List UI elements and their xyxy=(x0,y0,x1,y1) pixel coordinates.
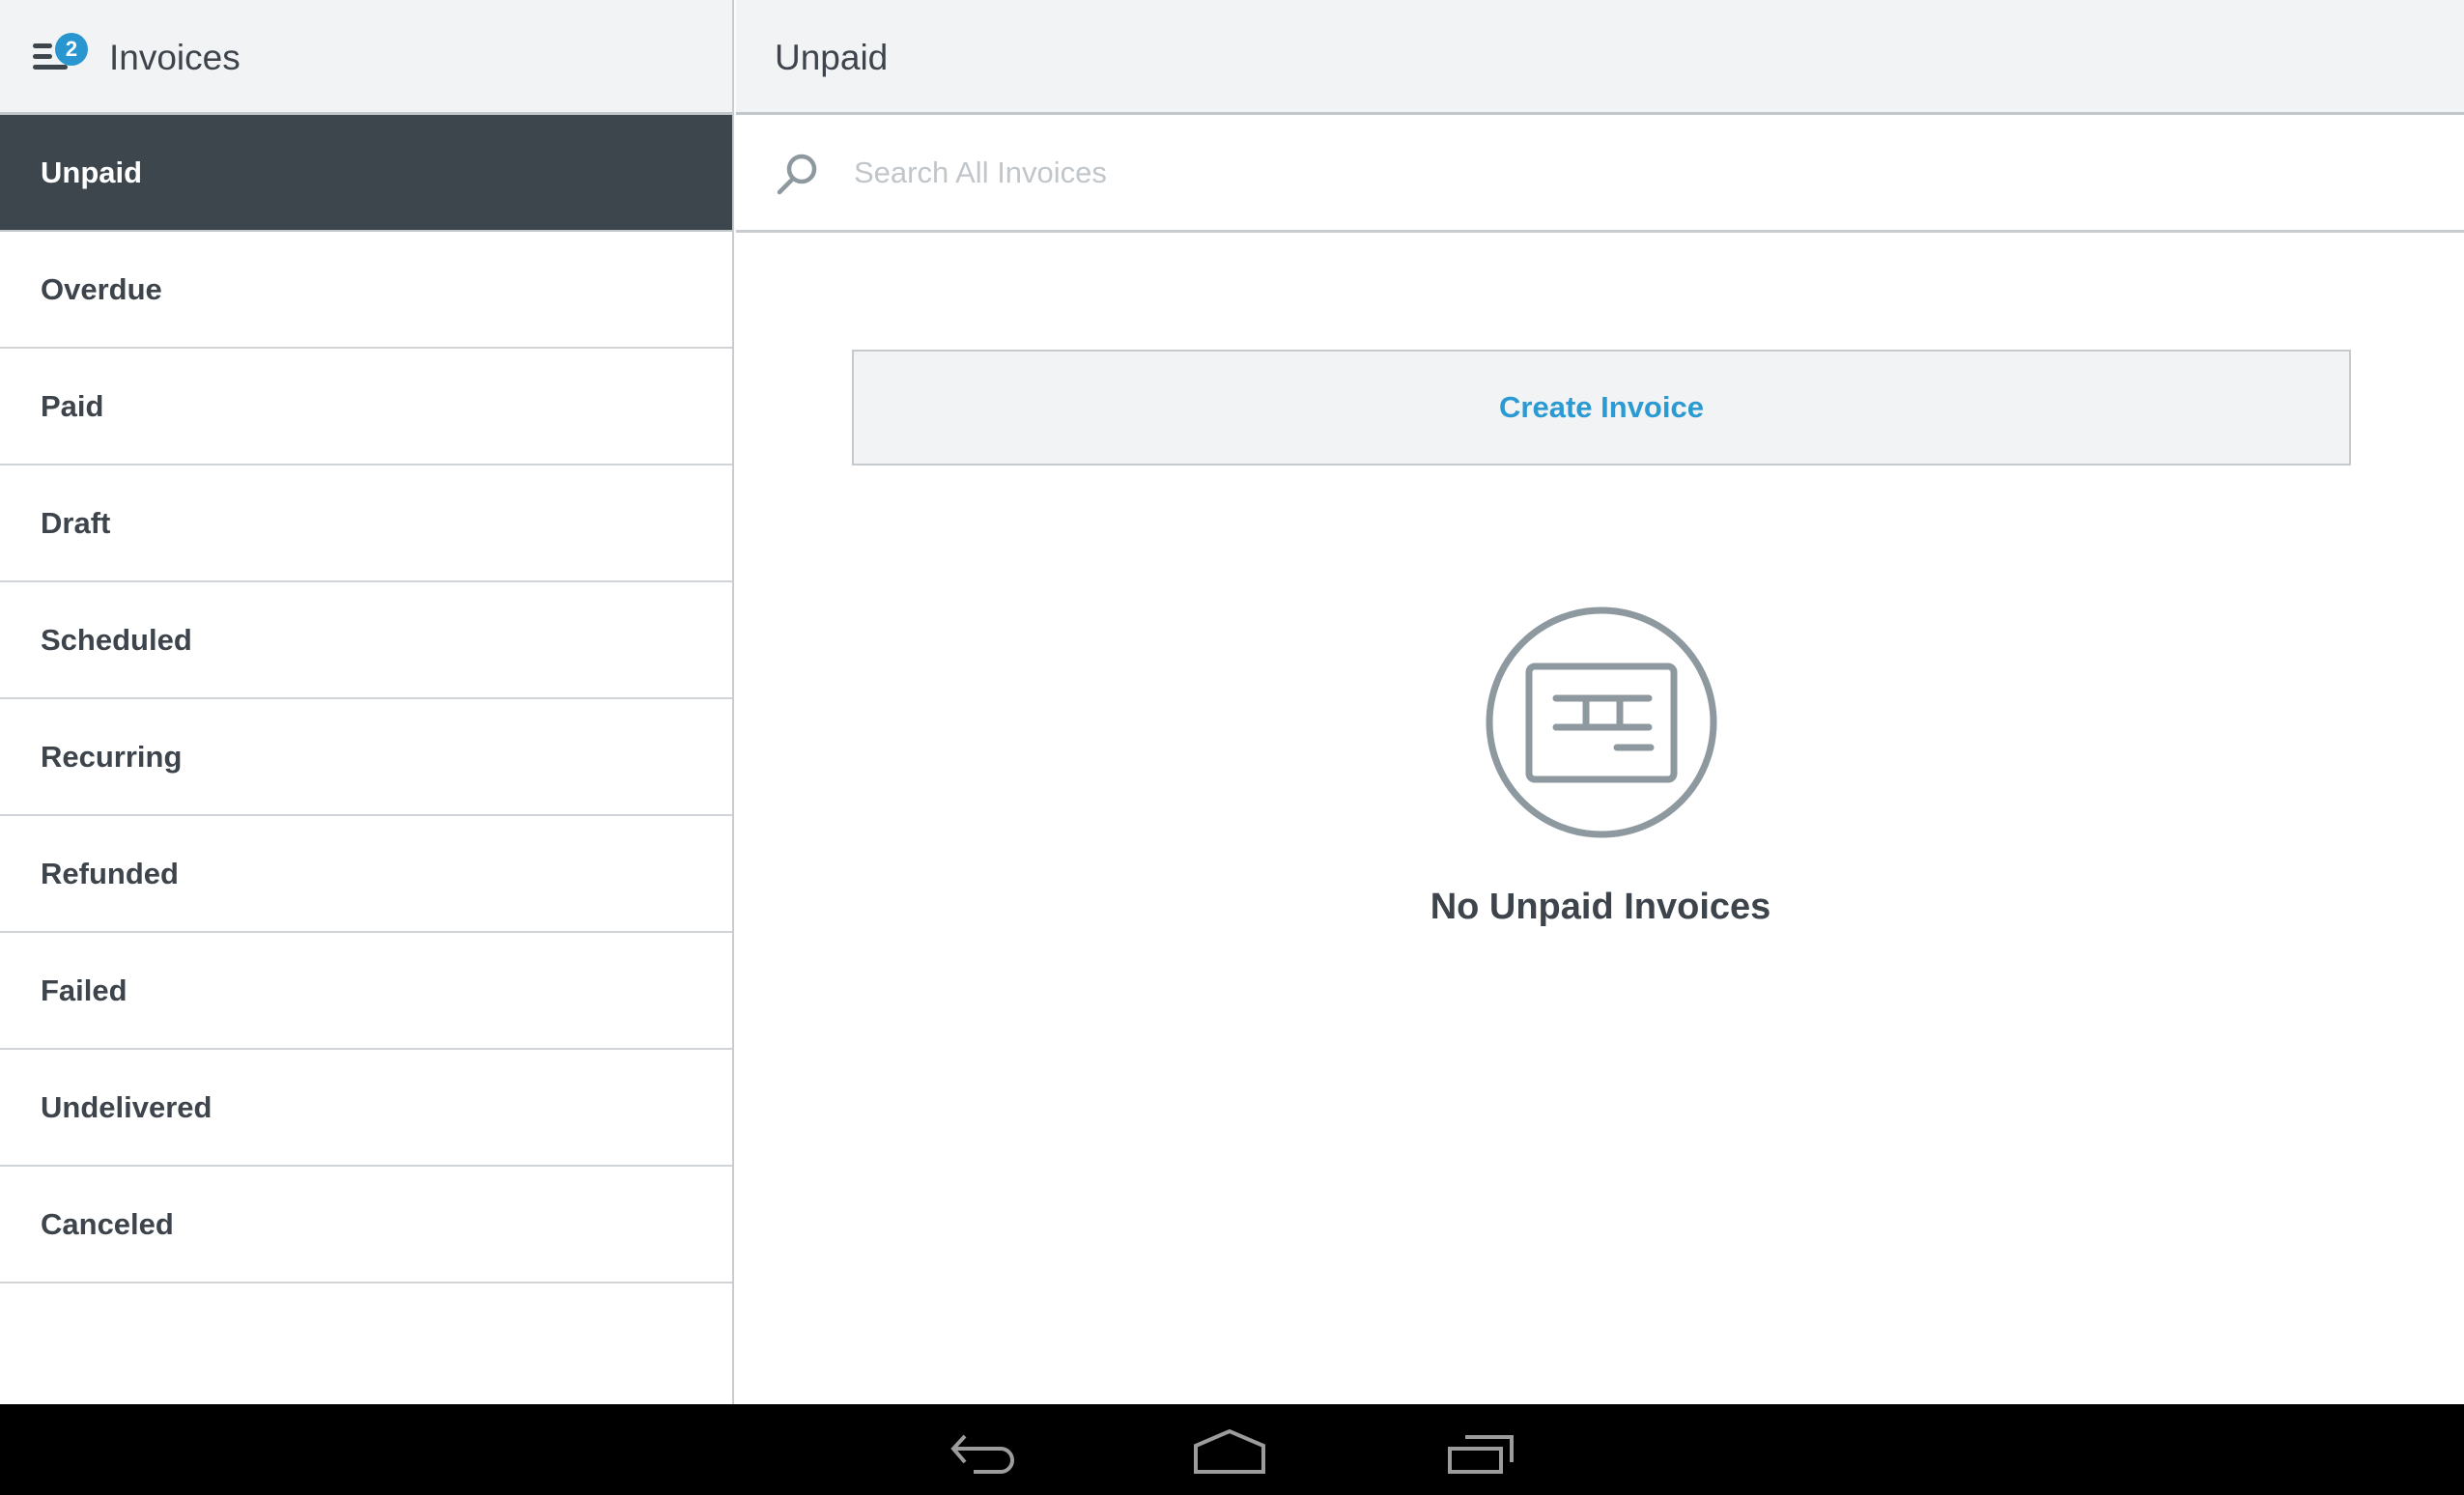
main-panel: Unpaid Create Invoice No Unpaid Invoices xyxy=(736,0,2464,1404)
sidebar-item-refunded[interactable]: Refunded xyxy=(0,816,732,933)
sidebar-item-recurring[interactable]: Recurring xyxy=(0,699,732,816)
sidebar-header: 2 Invoices xyxy=(0,0,732,115)
search-icon xyxy=(777,154,817,195)
page-title: Unpaid xyxy=(775,38,889,77)
invoices-app: 2 Invoices Unpaid Overdue Paid Draft Sch… xyxy=(0,0,2464,1404)
home-button[interactable] xyxy=(1186,1427,1273,1476)
main-header: Unpaid xyxy=(736,0,2464,115)
system-navigation-bar xyxy=(0,1404,2464,1495)
invoice-filter-list: Unpaid Overdue Paid Draft Scheduled Recu… xyxy=(0,115,732,1283)
recent-apps-icon xyxy=(1448,1435,1514,1474)
sidebar-item-failed[interactable]: Failed xyxy=(0,933,732,1050)
sidebar: 2 Invoices Unpaid Overdue Paid Draft Sch… xyxy=(0,0,734,1404)
sidebar-title: Invoices xyxy=(109,38,241,77)
create-invoice-button[interactable]: Create Invoice xyxy=(852,350,2351,465)
sidebar-item-scheduled[interactable]: Scheduled xyxy=(0,582,732,699)
search-bar xyxy=(736,115,2464,233)
sidebar-item-paid[interactable]: Paid xyxy=(0,349,732,465)
back-button[interactable] xyxy=(939,1427,1026,1476)
sidebar-item-undelivered[interactable]: Undelivered xyxy=(0,1050,732,1167)
back-icon xyxy=(950,1434,1014,1474)
sidebar-item-unpaid[interactable]: Unpaid xyxy=(0,115,732,232)
notification-badge: 2 xyxy=(55,33,88,66)
menu-button[interactable]: 2 xyxy=(29,29,91,79)
sidebar-item-canceled[interactable]: Canceled xyxy=(0,1167,732,1283)
search-input[interactable] xyxy=(854,144,2399,202)
recent-apps-button[interactable] xyxy=(1437,1427,1524,1476)
invoice-document-icon xyxy=(1486,606,1717,838)
empty-state-message: No Unpaid Invoices xyxy=(1430,887,1771,927)
sidebar-item-draft[interactable]: Draft xyxy=(0,465,732,582)
sidebar-item-overdue[interactable]: Overdue xyxy=(0,232,732,349)
home-icon xyxy=(1194,1428,1265,1474)
